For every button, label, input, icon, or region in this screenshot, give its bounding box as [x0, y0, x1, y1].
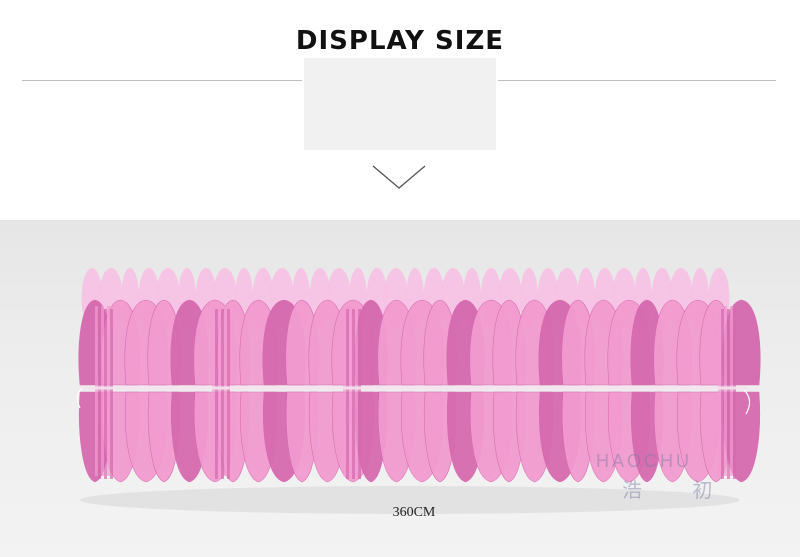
- chevron-down-icon: [372, 165, 426, 189]
- divider-right: [498, 80, 776, 81]
- divider-left: [22, 80, 302, 81]
- header-section: DISPLAY SIZE: [0, 0, 800, 220]
- size-label: 360CM: [392, 505, 436, 520]
- watermark-cjk: 浩 初: [622, 478, 735, 502]
- title-backdrop: [304, 58, 496, 150]
- watermark-latin: HAOCHU: [596, 451, 693, 471]
- section-title: DISPLAY SIZE: [295, 26, 505, 56]
